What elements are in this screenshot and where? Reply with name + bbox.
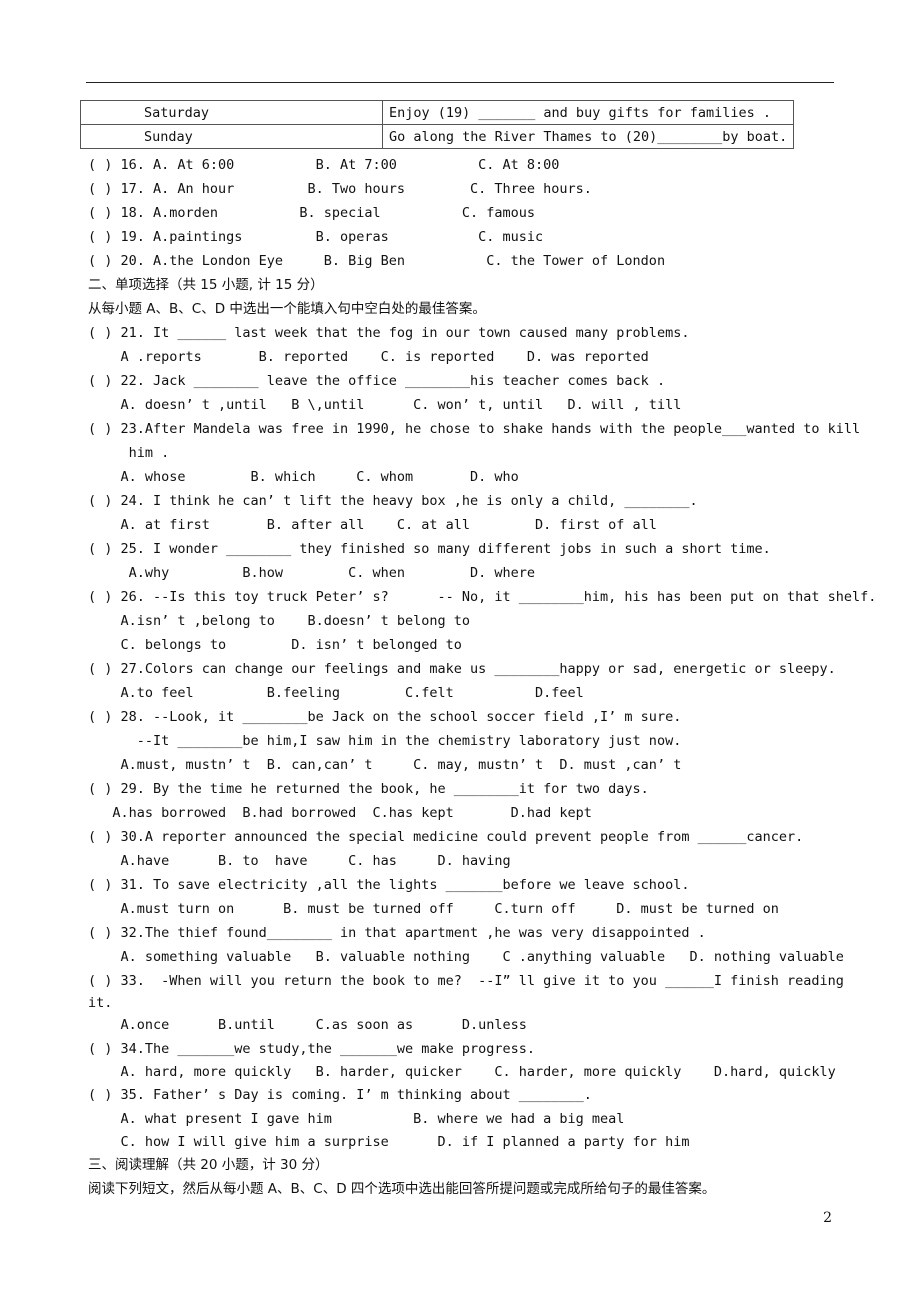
question-stem: ( ) 27.Colors can change our feelings an… xyxy=(88,661,836,677)
question-16: ( ) 16. A. At 6:00 B. At 7:00 C. At 8:00 xyxy=(88,157,560,173)
question-options: A. something valuable B. valuable nothin… xyxy=(88,949,844,965)
table-row: Saturday Enjoy (19) _______ and buy gift… xyxy=(80,100,795,125)
question-stem: ( ) 34.The _______we study,the _______we… xyxy=(88,1041,536,1057)
question-stem: ( ) 22. Jack ________ leave the office _… xyxy=(88,373,666,389)
activity-cell: Enjoy (19) _______ and buy gifts for fam… xyxy=(381,100,795,125)
question-20: ( ) 20. A.the London Eye B. Big Ben C. t… xyxy=(88,253,666,269)
question-options: A.has borrowed B.had borrowed C.has kept… xyxy=(88,805,592,821)
question-options: him . xyxy=(88,445,170,461)
section3-instruction: 阅读下列短文，然后从每小题 A、B、C、D 四个选项中选出能回答所提问题或完成所… xyxy=(88,1181,716,1197)
question-options: A.must, mustn’ t B. can,can’ t C. may, m… xyxy=(88,757,682,773)
question-options: C. belongs to D. isn’ t belonged to xyxy=(88,637,462,653)
header-rule xyxy=(86,82,834,83)
question-options: --It ________be him,I saw him in the che… xyxy=(88,733,682,749)
section2-instruction: 从每小题 A、B、C、D 中选出一个能填入句中空白处的最佳答案。 xyxy=(88,301,486,317)
page-number: 2 xyxy=(823,1210,832,1226)
question-options: A. whose B. which C. whom D. who xyxy=(88,469,519,485)
question-stem: ( ) 33. -When will you return the book t… xyxy=(88,973,844,989)
schedule-table: Saturday Enjoy (19) _______ and buy gift… xyxy=(80,100,795,149)
question-stem: ( ) 24. I think he can’ t lift the heavy… xyxy=(88,493,698,509)
section3-heading: 三、阅读理解（共 20 小题，计 30 分） xyxy=(88,1157,329,1173)
question-18: ( ) 18. A.morden B. special C. famous xyxy=(88,205,536,221)
day-cell: Sunday xyxy=(80,124,383,149)
question-17: ( ) 17. A. An hour B. Two hours C. Three… xyxy=(88,181,592,197)
question-options: A.why B.how C. when D. where xyxy=(88,565,536,581)
question-stem: ( ) 28. --Look, it ________be Jack on th… xyxy=(88,709,682,725)
question-options: A.once B.until C.as soon as D.unless xyxy=(88,1017,527,1033)
day-cell: Saturday xyxy=(80,100,383,125)
question-stem: ( ) 35. Father’ s Day is coming. I’ m th… xyxy=(88,1087,592,1103)
question-options: A. doesn’ t ,until B \,until C. won’ t, … xyxy=(88,397,682,413)
question-options: A. at first B. after all C. at all D. fi… xyxy=(88,517,657,533)
section2-heading: 二、单项选择（共 15 小题, 计 15 分） xyxy=(88,277,324,293)
question-options: C. how I will give him a surprise D. if … xyxy=(88,1134,690,1150)
activity-cell: Go along the River Thames to (20)_______… xyxy=(381,124,795,149)
question-options: A .reports B. reported C. is reported D.… xyxy=(88,349,649,365)
question-options: A. hard, more quickly B. harder, quicker… xyxy=(88,1064,836,1080)
question-stem: ( ) 21. It ______ last week that the fog… xyxy=(88,325,690,341)
question-stem: ( ) 29. By the time he returned the book… xyxy=(88,781,649,797)
question-options: A.isn’ t ,belong to B.doesn’ t belong to xyxy=(88,613,471,629)
question-stem: ( ) 25. I wonder ________ they finished … xyxy=(88,541,771,557)
question-stem: ( ) 32.The thief found________ in that a… xyxy=(88,925,706,941)
table-row: Sunday Go along the River Thames to (20)… xyxy=(80,124,795,149)
question-19: ( ) 19. A.paintings B. operas C. music xyxy=(88,229,544,245)
question-options: it. xyxy=(88,995,113,1011)
question-stem: ( ) 26. --Is this toy truck Peter’ s? --… xyxy=(88,589,877,605)
question-options: A.have B. to have C. has D. having xyxy=(88,853,511,869)
question-options: A. what present I gave him B. where we h… xyxy=(88,1111,625,1127)
question-stem: ( ) 30.A reporter announced the special … xyxy=(88,829,804,845)
question-options: A.must turn on B. must be turned off C.t… xyxy=(88,901,779,917)
question-stem: ( ) 23.After Mandela was free in 1990, h… xyxy=(88,421,861,437)
question-stem: ( ) 31. To save electricity ,all the lig… xyxy=(88,877,690,893)
question-options: A.to feel B.feeling C.felt D.feel xyxy=(88,685,584,701)
